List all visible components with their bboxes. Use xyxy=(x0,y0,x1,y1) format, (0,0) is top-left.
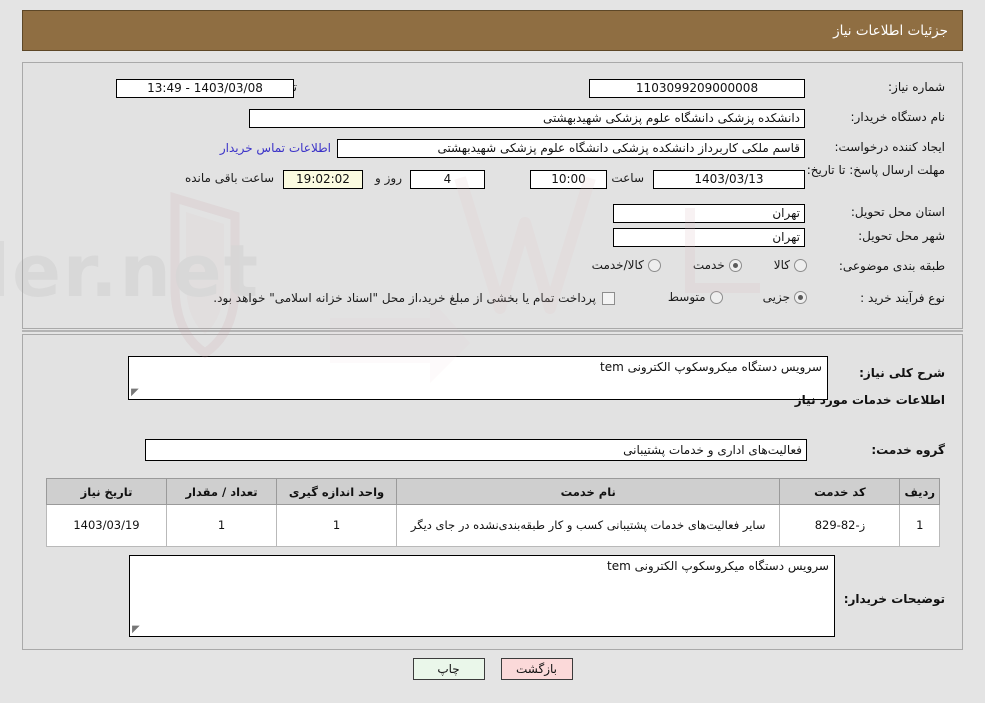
process-option-label-0: جزیی xyxy=(762,290,790,304)
cell-unit: 1 xyxy=(276,504,397,547)
deadline-hour-label: ساعت xyxy=(611,171,644,185)
table-header-row: ردیف کد خدمت نام خدمت واحد اندازه گیری ت… xyxy=(46,478,940,505)
category-option-label-2: کالا/خدمت xyxy=(591,258,644,272)
category-label: طبقه بندی موضوعی: xyxy=(838,259,945,273)
category-row: طبقه بندی موضوعی: xyxy=(815,259,945,273)
need-number-label: شماره نیاز: xyxy=(888,80,945,94)
buyer-org-field: دانشکده پزشکی دانشگاه علوم پزشکی شهیدبهش… xyxy=(249,109,805,128)
process-option-motavasset[interactable]: متوسط xyxy=(666,290,723,304)
city-row: شهر محل تحویل: xyxy=(815,229,945,243)
table-header-code: کد خدمت xyxy=(779,478,901,505)
remaining-days-field: 4 xyxy=(410,170,485,189)
print-button[interactable]: چاپ xyxy=(412,658,485,680)
action-button-bar: چاپ بازگشت xyxy=(0,658,985,680)
general-desc-textarea[interactable]: سرویس دستگاه میکروسکوپ الکترونی tem ◥ xyxy=(128,356,828,400)
general-desc-value: سرویس دستگاه میکروسکوپ الکترونی tem xyxy=(599,360,822,374)
services-table: ردیف کد خدمت نام خدمت واحد اندازه گیری ت… xyxy=(46,478,940,547)
deadline-label: مهلت ارسال پاسخ: تا تاریخ: xyxy=(806,163,945,177)
buyer-notes-textarea[interactable]: سرویس دستگاه میکروسکوپ الکترونی tem ◥ xyxy=(129,555,835,637)
cell-code: ز-82-829 xyxy=(779,504,901,547)
category-option-kala[interactable]: کالا xyxy=(772,258,807,272)
requester-row: ایجاد کننده درخواست: xyxy=(815,140,945,154)
buyer-org-label: نام دستگاه خریدار: xyxy=(850,110,946,124)
process-row: نوع فرآیند خرید : xyxy=(815,291,945,305)
city-label: شهر محل تحویل: xyxy=(858,229,945,243)
process-label: نوع فرآیند خرید : xyxy=(860,291,945,305)
service-group-label: گروه خدمت: xyxy=(871,443,945,457)
category-radio-group: کالا خدمت کالا/خدمت xyxy=(590,258,807,272)
table-header-name: نام خدمت xyxy=(395,478,781,505)
cell-radif: 1 xyxy=(899,504,940,547)
city-field: تهران xyxy=(613,228,805,247)
general-desc-label: شرح کلی نیاز: xyxy=(859,366,945,380)
cell-name: سایر فعالیت‌های خدمات پشتیبانی کسب و کار… xyxy=(395,504,781,547)
back-button[interactable]: بازگشت xyxy=(500,658,573,680)
remaining-days-label: روز و xyxy=(375,171,402,185)
process-option-jozei[interactable]: جزیی xyxy=(761,290,807,304)
treasury-note-label: پرداخت تمام یا بخشی از مبلغ خرید،از محل … xyxy=(213,291,596,305)
page-title: جزئیات اطلاعات نیاز xyxy=(833,22,948,39)
radio-icon[interactable] xyxy=(709,290,723,304)
deadline-date-field: 1403/03/13 xyxy=(653,170,805,189)
category-option-label-1: خدمت xyxy=(692,258,725,272)
radio-icon[interactable] xyxy=(647,258,661,272)
page-root: جزئیات اطلاعات نیاز شماره نیاز: 11030992… xyxy=(0,0,985,703)
need-number-field: 1103099209000008 xyxy=(589,79,805,98)
table-header-unit: واحد اندازه گیری xyxy=(276,478,397,505)
requester-label: ایجاد کننده درخواست: xyxy=(834,140,945,154)
services-section-title: اطلاعات خدمات مورد نیاز xyxy=(794,393,945,407)
table-header-radif: ردیف xyxy=(899,478,940,505)
category-option-khedmat[interactable]: خدمت xyxy=(691,258,742,272)
need-number-row: شماره نیاز: xyxy=(815,80,945,94)
countdown-field: 19:02:02 xyxy=(283,170,363,189)
treasury-note-row: پرداخت تمام یا بخشی از مبلغ خرید،از محل … xyxy=(213,291,615,305)
category-option-label-0: کالا xyxy=(773,258,790,272)
service-group-field: فعالیت‌های اداری و خدمات پشتیبانی xyxy=(145,439,807,461)
resize-grip-icon[interactable]: ◥ xyxy=(132,624,142,635)
buyer-org-row: نام دستگاه خریدار: xyxy=(815,110,946,124)
radio-selected-icon[interactable] xyxy=(728,258,742,272)
table-header-qty: تعداد / مقدار xyxy=(166,478,277,505)
process-radio-group: جزیی متوسط xyxy=(666,290,807,304)
resize-grip-icon[interactable]: ◥ xyxy=(131,387,141,398)
buyer-contact-link[interactable]: اطلاعات تماس خریدار xyxy=(220,141,331,155)
requester-field: قاسم ملکی کاربرداز دانشکده پزشکی دانشگاه… xyxy=(337,139,805,158)
checkbox-icon[interactable] xyxy=(602,291,615,305)
cell-qty: 1 xyxy=(166,504,277,547)
process-option-label-1: متوسط xyxy=(667,290,706,304)
province-field: تهران xyxy=(613,204,805,223)
province-label: استان محل تحویل: xyxy=(850,205,945,219)
buyer-notes-value: سرویس دستگاه میکروسکوپ الکترونی tem xyxy=(606,559,829,573)
section-divider xyxy=(22,330,963,332)
category-option-kala-khedmat[interactable]: کالا/خدمت xyxy=(590,258,661,272)
cell-date: 1403/03/19 xyxy=(46,504,167,547)
buyer-notes-label: توضیحات خریدار: xyxy=(843,592,945,606)
table-header-date: تاریخ نیاز xyxy=(46,478,167,505)
countdown-label: ساعت باقی مانده xyxy=(184,171,274,185)
deadline-row: مهلت ارسال پاسخ: تا تاریخ: xyxy=(806,163,945,177)
table-row: 1 ز-82-829 سایر فعالیت‌های خدمات پشتیبان… xyxy=(46,504,940,547)
radio-selected-icon[interactable] xyxy=(794,290,807,304)
deadline-hour-field: 10:00 xyxy=(530,170,607,189)
radio-icon[interactable] xyxy=(794,258,807,272)
page-header: جزئیات اطلاعات نیاز xyxy=(22,10,963,51)
need-summary-panel xyxy=(22,62,963,329)
province-row: استان محل تحویل: xyxy=(815,205,945,219)
announce-datetime-field: 1403/03/08 - 13:49 xyxy=(116,79,294,98)
